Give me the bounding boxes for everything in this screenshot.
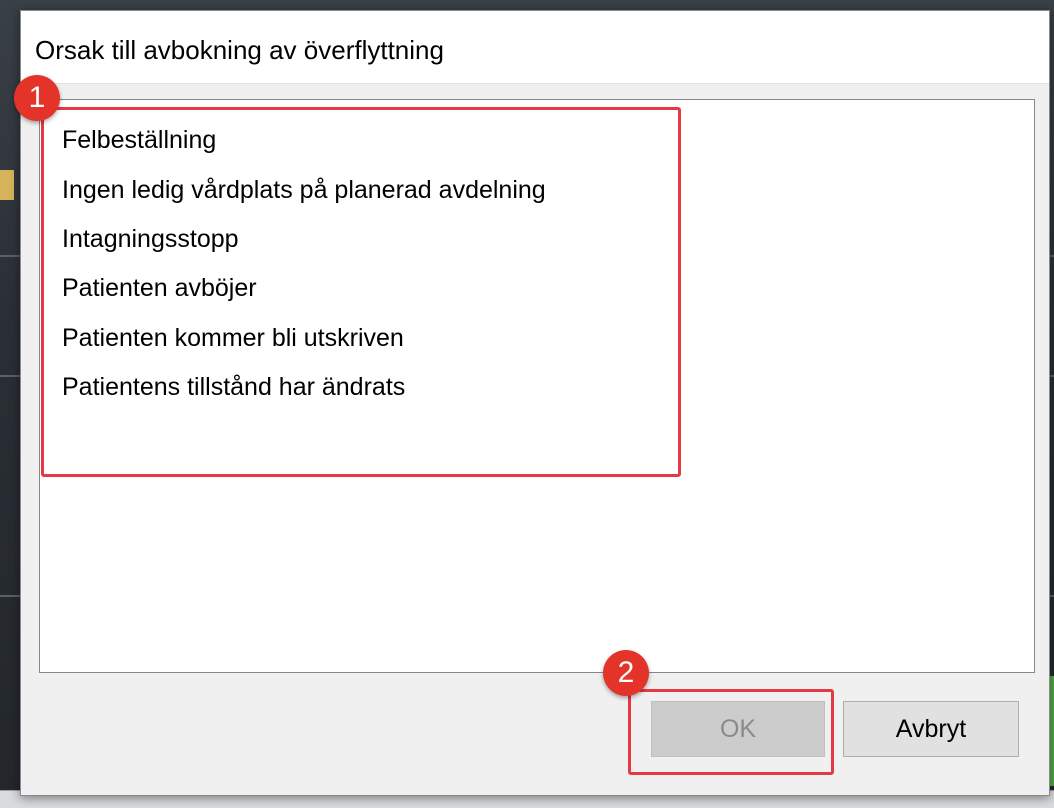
background-icon	[0, 170, 14, 200]
annotation-badge-1: 1	[14, 75, 60, 121]
dialog-title-bar: Orsak till avbokning av överflyttning	[21, 11, 1049, 84]
annotation-badge-2: 2	[603, 650, 649, 696]
annotation-highlight-ok-button	[628, 689, 834, 775]
annotation-highlight-reason-list	[41, 107, 681, 477]
cancel-button[interactable]: Avbryt	[843, 701, 1019, 757]
dialog-title: Orsak till avbokning av överflyttning	[35, 35, 444, 65]
